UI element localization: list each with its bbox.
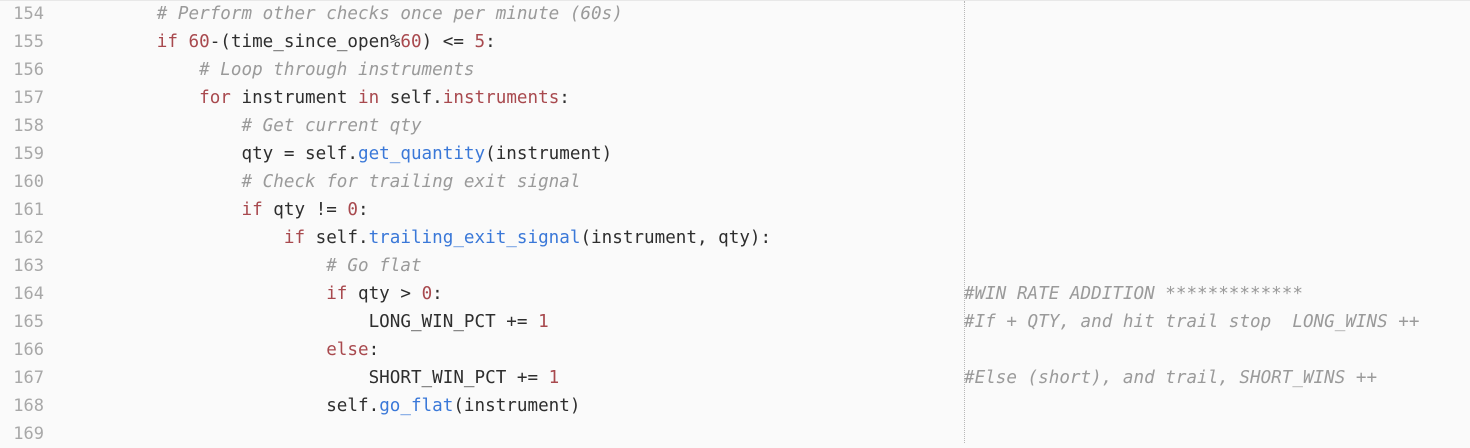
- code-token: (instrument): [453, 396, 581, 416]
- code-line[interactable]: 165 LONG_WIN_PCT += 1 #If + QTY, and hit …: [0, 308, 1470, 336]
- code-token: instruments: [442, 88, 560, 108]
- code-token: :: [432, 284, 443, 304]
- code-token: if: [72, 200, 274, 220]
- code-text: if self.trailing_exit_signal(instrument,…: [72, 224, 771, 252]
- code-text: SHORT_WIN_PCT += 1: [72, 364, 560, 392]
- line-number: 159: [13, 144, 44, 164]
- code-text: # Perform other checks once per minute (…: [72, 0, 623, 28]
- code-token: :: [368, 340, 380, 360]
- code-text: # Get current qty: [72, 112, 422, 140]
- code-token: :: [559, 88, 570, 108]
- code-token: in: [358, 88, 390, 108]
- line-number: 165: [13, 312, 44, 332]
- code-token: get_quantity: [358, 144, 486, 164]
- code-token: :: [485, 32, 496, 52]
- code-text: if qty != 0:: [72, 196, 369, 224]
- code-token: # Loop through instruments: [72, 60, 475, 80]
- code-line[interactable]: 161 if qty != 0:: [0, 196, 1470, 224]
- code-text: else:: [72, 336, 379, 364]
- code-text: qty = self.get_quantity(instrument): [72, 140, 612, 168]
- code-token: # Check for trailing exit signal: [72, 172, 581, 192]
- line-number: 169: [13, 424, 44, 444]
- line-number: 154: [13, 4, 44, 24]
- code-text: if qty > 0:: [72, 280, 443, 308]
- code-token: 60: [400, 32, 422, 52]
- code-token: 0: [421, 284, 433, 304]
- line-number: 168: [13, 396, 44, 416]
- line-number: 160: [13, 172, 44, 192]
- code-token: :: [358, 200, 369, 220]
- code-token: # Go flat: [72, 256, 422, 276]
- code-token: if: [72, 228, 316, 248]
- code-line[interactable]: 166 else:: [0, 336, 1470, 364]
- inline-comment: #If + QTY, and hit trail stop LONG_WINS …: [964, 312, 1420, 332]
- code-token: 0: [347, 200, 359, 220]
- code-token: -(time_since_open%: [209, 32, 401, 52]
- code-token: 1: [548, 368, 560, 388]
- code-token: (instrument): [485, 144, 613, 164]
- code-token: self.: [72, 396, 380, 416]
- code-line[interactable]: 154 # Perform other checks once per minu…: [0, 0, 1470, 28]
- code-token: self.: [315, 228, 369, 248]
- code-token: if: [72, 284, 358, 304]
- code-token: go_flat: [379, 396, 454, 416]
- code-token: 1: [538, 312, 549, 332]
- code-token: self.: [389, 88, 443, 108]
- code-line[interactable]: 156 # Loop through instruments: [0, 56, 1470, 84]
- code-line[interactable]: 157 for instrument in self.instruments:: [0, 84, 1470, 112]
- code-line[interactable]: 158 # Get current qty: [0, 112, 1470, 140]
- code-token: trailing_exit_signal: [368, 228, 581, 248]
- code-line[interactable]: 155 if 60-(time_since_open%60) <= 5:: [0, 28, 1470, 56]
- code-editor[interactable]: 154 # Perform other checks once per minu…: [0, 0, 1470, 444]
- line-number: 166: [13, 340, 44, 360]
- code-text: # Loop through instruments: [72, 56, 475, 84]
- code-token: ) <=: [421, 32, 475, 52]
- line-number: 161: [13, 200, 44, 220]
- code-token: else: [72, 340, 369, 360]
- code-line[interactable]: 168 self.go_flat(instrument): [0, 392, 1470, 420]
- code-token: LONG_WIN_PCT +=: [72, 312, 539, 332]
- code-line[interactable]: 169: [0, 420, 1470, 448]
- line-number: 162: [13, 228, 44, 248]
- code-text: self.go_flat(instrument): [72, 392, 580, 420]
- code-token: # Get current qty: [72, 116, 422, 136]
- code-token: 60: [188, 32, 210, 52]
- code-token: 5: [474, 32, 486, 52]
- code-line[interactable]: 162 if self.trailing_exit_signal(instrum…: [0, 224, 1470, 252]
- line-number: 167: [13, 368, 44, 388]
- line-number: 158: [13, 116, 44, 136]
- code-text: LONG_WIN_PCT += 1: [72, 308, 549, 336]
- code-token: (instrument, qty):: [580, 228, 772, 248]
- code-line[interactable]: 167 SHORT_WIN_PCT += 1 #Else (short), and…: [0, 364, 1470, 392]
- code-line[interactable]: 159 qty = self.get_quantity(instrument): [0, 140, 1470, 168]
- line-number: 164: [13, 284, 44, 304]
- code-token: qty >: [358, 284, 422, 304]
- code-token: instrument: [241, 88, 359, 108]
- inline-comment: #WIN RATE ADDITION *************: [964, 284, 1303, 304]
- code-text: if 60-(time_since_open%60) <= 5:: [72, 28, 496, 56]
- code-token: # Perform other checks once per minute (…: [72, 4, 623, 24]
- line-number: 157: [13, 88, 44, 108]
- code-line[interactable]: 163 # Go flat: [0, 252, 1470, 280]
- code-token: qty = self.: [72, 144, 358, 164]
- code-token: for: [72, 88, 242, 108]
- line-number: 156: [13, 60, 44, 80]
- code-text: # Check for trailing exit signal: [72, 168, 580, 196]
- code-text: for instrument in self.instruments:: [72, 84, 570, 112]
- code-token: qty !=: [273, 200, 348, 220]
- line-number: 163: [13, 256, 44, 276]
- inline-comment: #Else (short), and trail, SHORT_WINS ++: [964, 368, 1378, 388]
- code-line[interactable]: 164 if qty > 0: #WIN RATE ADDITION ******…: [0, 280, 1470, 308]
- code-token: SHORT_WIN_PCT +=: [72, 368, 549, 388]
- code-text: # Go flat: [72, 252, 422, 280]
- code-token: if: [72, 32, 189, 52]
- line-number: 155: [13, 32, 44, 52]
- code-line[interactable]: 160 # Check for trailing exit signal: [0, 168, 1470, 196]
